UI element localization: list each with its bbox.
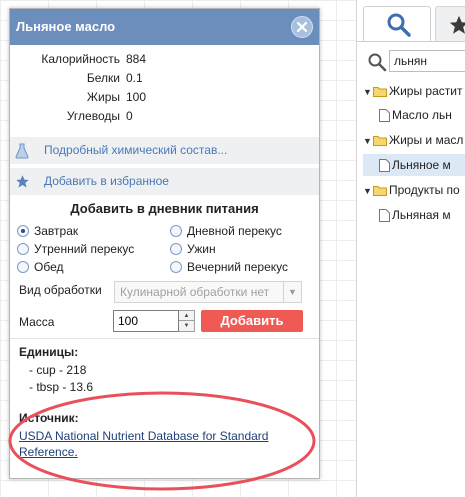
processing-label: Вид обработки [19,283,102,297]
tree-item-selected[interactable]: Льняное м [363,154,465,176]
add-favorite-link[interactable]: Добавить в избранное [10,168,319,195]
units-title: Единицы: [19,345,79,359]
meal-radio-lunch[interactable]: Обед [17,258,63,276]
tree-item-label: Продукты по [389,183,460,197]
unit-item: - cup - 218 [29,363,87,377]
tree-item-label: Льняное м [392,158,451,172]
file-icon [379,209,390,223]
mass-input[interactable] [113,310,179,332]
info-section: Единицы: - cup - 218 - tbsp - 13.6 Источ… [10,338,319,478]
nutrient-row: Жиры 100 [10,88,319,107]
divider [357,41,465,42]
unit-item: - tbsp - 13.6 [29,380,94,394]
source-text: USDA National Nutrient Database for Stan… [19,428,289,460]
folder-icon [373,87,387,98]
tab-favorites[interactable] [435,6,465,42]
expand-arrow-icon[interactable]: ▼ [363,130,373,152]
nutrient-key: Белки [86,71,120,85]
tree-folder[interactable]: ▼ Жиры растит [363,80,462,102]
chem-composition-label: Подробный химический состав... [44,143,228,157]
meal-label: Вечерний перекус [187,260,289,274]
nutrient-key: Калорийность [41,52,120,66]
panel-tabs [357,0,465,42]
tab-search[interactable] [363,6,431,42]
nutrient-value: 884 [126,52,147,66]
mass-stepper[interactable]: ▲ ▼ [179,310,195,332]
nutrient-value: 100 [126,90,147,104]
meal-radio-evening-snack[interactable]: Вечерний перекус [170,258,288,276]
chevron-down-icon[interactable]: ▼ [283,282,301,302]
processing-value: Кулинарной обработки нет [120,285,270,299]
nutrient-key: Жиры [86,90,120,104]
meal-label: Ужин [187,242,216,256]
radio-icon[interactable] [170,243,182,255]
mass-label: Масса [19,315,55,329]
nutrient-value: 0 [126,109,133,123]
meal-label: Дневной перекус [187,224,282,238]
stepper-down-icon[interactable]: ▼ [179,321,194,331]
nutrition-summary: Калорийность 884 Белки 0.1 Жиры 100 Углевод… [10,50,319,126]
close-button[interactable] [291,16,313,38]
meal-radio-morning-snack[interactable]: Утренний перекус [17,240,134,258]
expand-arrow-icon[interactable]: ▼ [363,180,373,202]
meal-label: Обед [34,260,64,274]
expand-arrow-icon[interactable]: ▼ [363,81,373,103]
file-icon [379,159,390,173]
tree-item[interactable]: Льняная м [379,204,451,226]
search-icon [387,13,411,37]
add-button[interactable]: Добавить [201,310,303,332]
star-icon [449,15,465,34]
nutrient-row: Калорийность 884 [10,50,319,69]
popup-title: Льняное масло [16,19,116,34]
tree-item[interactable]: Масло льн [379,104,452,126]
source-link[interactable]: USDA National Nutrient Database for Stan… [19,429,268,459]
star-icon [16,175,29,188]
tree-item-label: Жиры и масл [389,133,464,147]
flask-icon [15,143,29,159]
folder-icon [373,136,387,147]
nutrient-value: 0.1 [126,71,143,85]
radio-icon[interactable] [17,243,29,255]
file-icon [379,109,390,123]
stepper-up-icon[interactable]: ▲ [179,311,194,321]
meal-radio-dinner[interactable]: Ужин [170,240,216,258]
diary-title: Добавить в дневник питания [70,201,259,216]
radio-icon[interactable] [170,225,182,237]
tree-folder[interactable]: ▼ Жиры и масл [363,129,463,151]
nutrient-key: Углеводы [66,109,120,123]
close-icon [296,21,308,33]
meal-radio-breakfast[interactable]: Завтрак [17,222,78,240]
processing-select[interactable]: Кулинарной обработки нет ▼ [114,281,302,303]
chem-composition-link[interactable]: Подробный химический состав... [10,137,319,164]
catalog-panel: ▼ Жиры растит Масло льн ▼ Жиры и масл Льня… [356,0,465,497]
folder-icon [373,186,387,197]
radio-icon[interactable] [17,261,29,273]
source-tail: . [74,445,78,459]
add-favorite-label: Добавить в избранное [44,174,169,188]
nutrient-row: Углеводы 0 [10,107,319,126]
tree-folder[interactable]: ▼ Продукты по [363,179,460,201]
popup-header: Льняное масло [10,9,319,45]
tree-item-label: Масло льн [392,108,452,122]
radio-checked-icon[interactable] [17,225,29,237]
tree-item-label: Жиры растит [389,84,463,98]
meal-label: Утренний перекус [34,242,135,256]
tree-item-label: Льняная м [392,208,451,222]
meal-label: Завтрак [34,224,79,238]
nutrient-row: Белки 0.1 [10,69,319,88]
search-input[interactable] [389,50,465,72]
meal-radio-day-snack[interactable]: Дневной перекус [170,222,282,240]
source-title: Источник: [19,411,79,425]
radio-icon[interactable] [170,261,182,273]
product-popup: Льняное масло Калорийность 884 Белки 0.1 Ж… [9,8,320,479]
search-icon [368,53,387,72]
